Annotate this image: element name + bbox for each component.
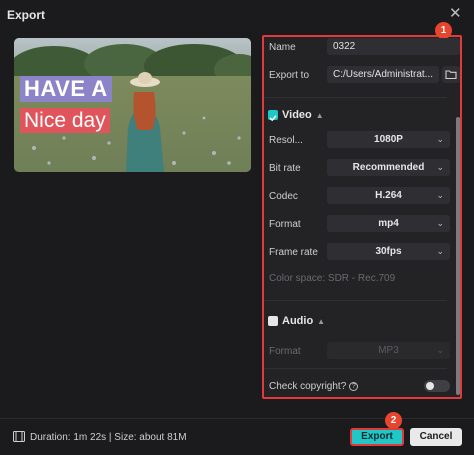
frame-rate-select[interactable]: 30fps ⌄ <box>327 243 450 260</box>
audio-format-select[interactable]: MP3 ⌄ <box>327 342 450 359</box>
frame-rate-value: 30fps <box>375 246 402 257</box>
bitrate-label: Bit rate <box>269 163 301 174</box>
export-info-text: Duration: 1m 22s | Size: about 81M <box>30 432 187 443</box>
chevron-down-icon: ⌄ <box>436 190 444 200</box>
help-icon[interactable]: ? <box>349 382 359 391</box>
audio-checkbox[interactable] <box>268 316 278 326</box>
copyright-toggle[interactable] <box>424 380 450 392</box>
format-value: mp4 <box>378 218 399 229</box>
video-preview: HAVE A Nice day <box>14 38 251 172</box>
collapse-caret-icon: ▲ <box>315 111 324 120</box>
color-space-text: Color space: SDR - Rec.709 <box>269 273 396 284</box>
audio-title-text: Audio <box>282 315 314 327</box>
resolution-value: 1080P <box>374 134 403 145</box>
export-to-label: Export to <box>269 70 310 81</box>
caption-line-1: HAVE A <box>20 76 112 102</box>
divider-bottom <box>264 368 447 369</box>
step-badge-2: 2 <box>385 412 402 429</box>
name-input[interactable]: 0322 <box>327 38 460 55</box>
toggle-knob <box>426 382 434 390</box>
audio-format-label: Format <box>269 346 301 357</box>
chevron-down-icon: ⌄ <box>436 134 444 144</box>
preview-image <box>14 38 251 172</box>
window-title: Export <box>7 8 46 22</box>
audio-format-value: MP3 <box>378 345 399 356</box>
footer-divider <box>0 418 474 419</box>
codec-select[interactable]: H.264 ⌄ <box>327 187 450 204</box>
chevron-down-icon: ⌄ <box>436 246 444 256</box>
browse-folder-button[interactable] <box>442 66 460 83</box>
scrollbar-thumb[interactable] <box>456 117 460 395</box>
audio-section-title[interactable]: Audio ▲ <box>282 315 325 327</box>
codec-label: Codec <box>269 191 298 202</box>
cancel-button[interactable]: Cancel <box>410 428 462 446</box>
step-badge-1: 1 <box>435 22 452 39</box>
format-select[interactable]: mp4 ⌄ <box>327 215 450 232</box>
name-label: Name <box>269 42 296 53</box>
divider-middle <box>264 300 447 301</box>
video-section-title[interactable]: Video ▲ <box>282 109 324 121</box>
caption-line-2: Nice day <box>20 108 110 133</box>
divider-top <box>264 97 447 98</box>
collapse-caret-icon: ▲ <box>317 317 326 326</box>
resolution-select[interactable]: 1080P ⌄ <box>327 131 450 148</box>
export-path-input[interactable]: C:/Users/Administrat... <box>327 66 439 83</box>
copyright-label: Check copyright?? <box>269 381 359 392</box>
film-icon <box>13 431 25 442</box>
codec-value: H.264 <box>375 190 402 201</box>
export-button[interactable]: Export <box>350 428 404 446</box>
bitrate-select[interactable]: Recommended ⌄ <box>327 159 450 176</box>
copyright-label-text: Check copyright? <box>269 381 347 392</box>
checkmark-icon <box>269 115 277 122</box>
close-icon[interactable]: ✕ <box>449 6 462 22</box>
chevron-down-icon: ⌄ <box>436 218 444 228</box>
bitrate-value: Recommended <box>352 162 425 173</box>
format-label: Format <box>269 219 301 230</box>
video-title-text: Video <box>282 109 312 121</box>
video-checkbox[interactable] <box>268 110 278 122</box>
chevron-down-icon: ⌄ <box>436 345 444 355</box>
frame-rate-label: Frame rate <box>269 247 318 258</box>
chevron-down-icon: ⌄ <box>436 162 444 172</box>
title-bar: Export ✕ <box>0 0 474 30</box>
folder-icon <box>445 70 457 80</box>
resolution-label: Resol... <box>269 135 303 146</box>
